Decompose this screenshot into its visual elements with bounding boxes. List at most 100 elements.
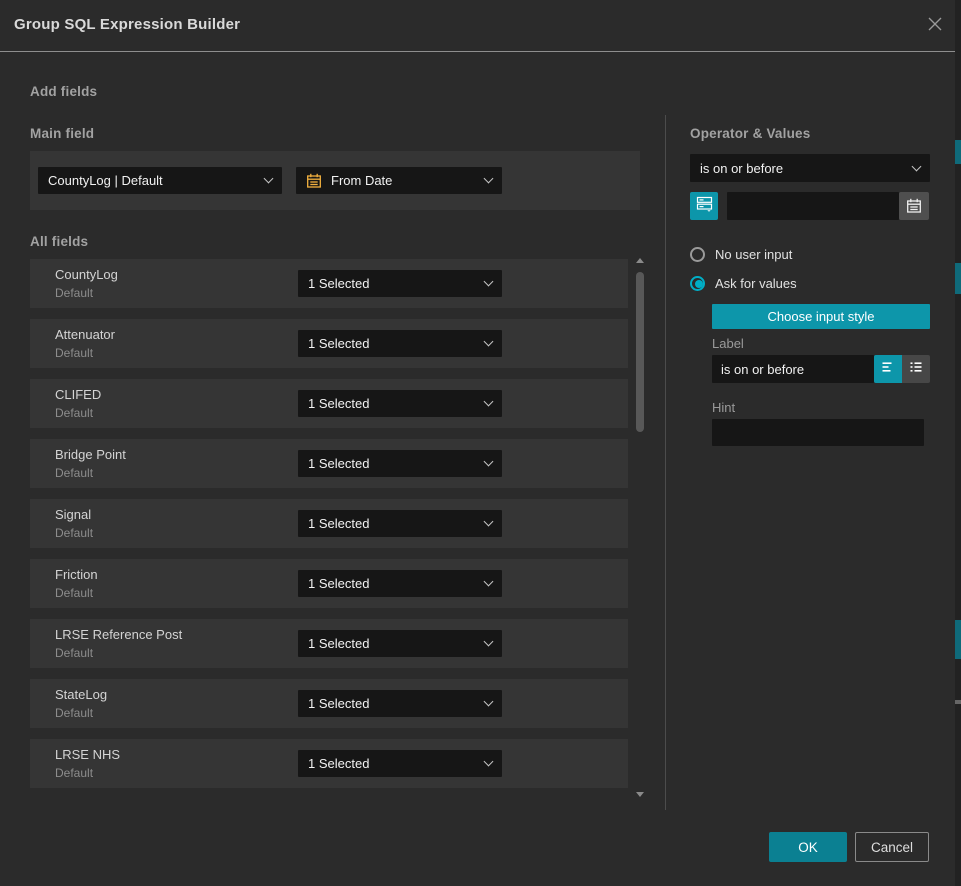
- operator-dropdown-value: is on or before: [700, 161, 913, 176]
- all-fields-list: CountyLog Default 1 Selected Attenuator …: [30, 259, 628, 799]
- stacked-input-icon: [696, 195, 713, 217]
- field-name: LRSE Reference Post: [55, 627, 182, 642]
- ok-button[interactable]: OK: [769, 832, 847, 862]
- main-field-heading: Main field: [30, 126, 94, 141]
- scrollbar-up-arrow[interactable]: [636, 258, 644, 263]
- group-sql-expression-builder-dialog: Group SQL Expression Builder Add fields …: [0, 0, 961, 886]
- field-name: Bridge Point: [55, 447, 126, 462]
- field-row: LRSE Reference Post Default 1 Selected: [30, 619, 628, 668]
- radio-no-user-input[interactable]: No user input: [690, 245, 792, 263]
- layer-dropdown-value: CountyLog | Default: [48, 173, 265, 188]
- align-left-icon: [880, 359, 896, 380]
- field-selection-value: 1 Selected: [308, 696, 485, 711]
- radio-ask-for-values[interactable]: Ask for values: [690, 274, 797, 292]
- background-edge-segment: [955, 620, 961, 659]
- field-selection-dropdown[interactable]: 1 Selected: [298, 510, 502, 537]
- chevron-down-icon: [484, 174, 494, 184]
- calendar-icon: [906, 198, 922, 214]
- field-selection-dropdown[interactable]: 1 Selected: [298, 270, 502, 297]
- field-row: Friction Default 1 Selected: [30, 559, 628, 608]
- radio-icon: [690, 247, 705, 262]
- layer-dropdown[interactable]: CountyLog | Default: [38, 167, 282, 194]
- field-name: LRSE NHS: [55, 747, 120, 762]
- scrollbar-thumb[interactable]: [636, 272, 644, 432]
- chevron-down-icon: [484, 697, 494, 707]
- field-layer-name: Default: [55, 466, 93, 480]
- single-line-style-button[interactable]: [874, 355, 902, 383]
- operator-values-heading: Operator & Values: [690, 126, 810, 141]
- dialog-title: Group SQL Expression Builder: [14, 16, 240, 33]
- field-name: StateLog: [55, 687, 107, 702]
- scrollbar-down-arrow[interactable]: [636, 792, 644, 797]
- field-selection-dropdown[interactable]: 1 Selected: [298, 690, 502, 717]
- add-fields-heading: Add fields: [30, 84, 97, 99]
- field-layer-name: Default: [55, 586, 93, 600]
- chevron-down-icon: [484, 757, 494, 767]
- operator-dropdown[interactable]: is on or before: [690, 154, 930, 182]
- calendar-icon: [306, 173, 322, 189]
- background-edge-sliver: [955, 0, 961, 886]
- chevron-down-icon: [484, 637, 494, 647]
- value-input-type-button[interactable]: [690, 192, 718, 220]
- field-selection-dropdown[interactable]: 1 Selected: [298, 330, 502, 357]
- value-calendar-button[interactable]: [899, 192, 929, 220]
- list-style-button[interactable]: [902, 355, 930, 383]
- field-selection-dropdown[interactable]: 1 Selected: [298, 450, 502, 477]
- field-selection-value: 1 Selected: [308, 336, 485, 351]
- close-button[interactable]: [924, 15, 946, 37]
- field-name: Signal: [55, 507, 91, 522]
- all-fields-heading: All fields: [30, 234, 88, 249]
- field-selection-value: 1 Selected: [308, 396, 485, 411]
- field-name: CountyLog: [55, 267, 118, 282]
- field-selection-dropdown[interactable]: 1 Selected: [298, 570, 502, 597]
- chevron-down-icon: [484, 397, 494, 407]
- field-selection-dropdown[interactable]: 1 Selected: [298, 750, 502, 777]
- field-selection-value: 1 Selected: [308, 456, 485, 471]
- field-name: Friction: [55, 567, 98, 582]
- main-field-dropdown[interactable]: From Date: [296, 167, 502, 194]
- chevron-down-icon: [912, 161, 922, 171]
- dialog-titlebar: Group SQL Expression Builder: [0, 0, 961, 52]
- label-field-label: Label: [712, 336, 744, 351]
- cancel-button[interactable]: Cancel: [855, 832, 929, 862]
- chevron-down-icon: [484, 337, 494, 347]
- chevron-down-icon: [484, 277, 494, 287]
- hint-input[interactable]: [712, 419, 924, 446]
- field-selection-dropdown[interactable]: 1 Selected: [298, 390, 502, 417]
- field-layer-name: Default: [55, 346, 93, 360]
- main-field-box: CountyLog | Default From Date: [30, 151, 640, 210]
- choose-input-style-button[interactable]: Choose input style: [712, 304, 930, 329]
- field-selection-value: 1 Selected: [308, 516, 485, 531]
- background-edge-segment: [955, 140, 961, 164]
- field-row: StateLog Default 1 Selected: [30, 679, 628, 728]
- field-name: Attenuator: [55, 327, 115, 342]
- background-edge-segment: [955, 263, 961, 294]
- field-layer-name: Default: [55, 706, 93, 720]
- radio-icon: [690, 276, 705, 291]
- radio-label: Ask for values: [715, 276, 797, 291]
- field-selection-dropdown[interactable]: 1 Selected: [298, 630, 502, 657]
- field-layer-name: Default: [55, 646, 93, 660]
- field-row: Signal Default 1 Selected: [30, 499, 628, 548]
- chevron-down-icon: [264, 174, 274, 184]
- field-selection-value: 1 Selected: [308, 756, 485, 771]
- field-row: CountyLog Default 1 Selected: [30, 259, 628, 308]
- radio-label: No user input: [715, 247, 792, 262]
- field-selection-value: 1 Selected: [308, 636, 485, 651]
- close-icon: [926, 15, 944, 38]
- value-input[interactable]: [727, 192, 899, 220]
- field-name: CLIFED: [55, 387, 101, 402]
- chevron-down-icon: [484, 517, 494, 527]
- field-row: Attenuator Default 1 Selected: [30, 319, 628, 368]
- field-row: LRSE NHS Default 1 Selected: [30, 739, 628, 788]
- field-layer-name: Default: [55, 526, 93, 540]
- chevron-down-icon: [484, 577, 494, 587]
- label-input[interactable]: [712, 355, 874, 383]
- chevron-down-icon: [484, 457, 494, 467]
- background-edge-segment: [955, 700, 961, 704]
- panel-divider: [665, 115, 666, 810]
- field-layer-name: Default: [55, 286, 93, 300]
- main-field-dropdown-value: From Date: [331, 173, 476, 188]
- field-layer-name: Default: [55, 406, 93, 420]
- field-selection-value: 1 Selected: [308, 276, 485, 291]
